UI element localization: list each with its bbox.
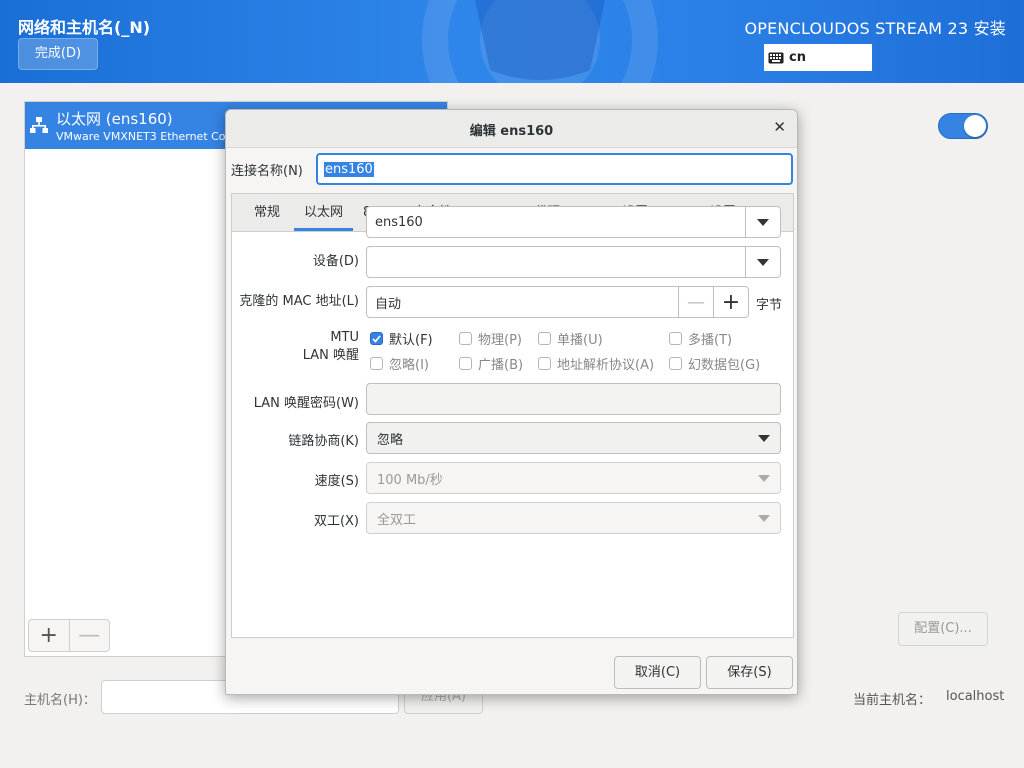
checkmark-icon	[370, 332, 383, 345]
current-hostname-value: localhost	[946, 689, 1005, 704]
checkbox-box	[538, 332, 551, 345]
tab-general[interactable]: 常规	[232, 194, 294, 231]
add-device-button[interactable]: +	[29, 620, 70, 651]
device-list-buttons: + —	[28, 619, 110, 652]
device-value: ens160	[375, 214, 423, 230]
spoke-title: 网络和主机名(_N)	[18, 18, 151, 37]
save-button[interactable]: 保存(S)	[706, 656, 793, 689]
checkbox-box	[669, 332, 682, 345]
remove-device-button[interactable]: —	[70, 620, 110, 651]
device-enable-toggle[interactable]	[938, 113, 988, 139]
tab-ethernet[interactable]: 以太网	[294, 194, 354, 231]
link-negotiation-dropdown[interactable]: 忽略	[366, 422, 781, 454]
wired-network-icon	[30, 117, 48, 133]
device-name: 以太网 (ens160)	[56, 110, 173, 128]
wol-broadcast-checkbox[interactable]: 广播(B)	[459, 354, 523, 373]
device-label: 设备(D)	[312, 254, 359, 269]
wol-ignore-label: 忽略(I)	[389, 358, 429, 373]
wol-arp-label: 地址解析协议(A)	[557, 358, 655, 373]
cancel-button[interactable]: 取消(C)	[614, 656, 701, 689]
link-negotiation-value: 忽略	[377, 432, 404, 448]
top-header: 网络和主机名(_N) 完成(D) OPENCLOUDOS STREAM 23 安…	[0, 0, 1024, 83]
hostname-label: 主机名(H)：	[24, 693, 96, 708]
dialog-titlebar: 编辑 ens160 ✕	[226, 110, 797, 148]
chevron-down-icon	[758, 514, 770, 522]
wol-broadcast-label: 广播(B)	[478, 358, 524, 373]
device-combo[interactable]: ens160	[366, 206, 781, 238]
checkbox-box	[669, 357, 682, 370]
edit-connection-dialog: 编辑 ens160 ✕ 连接名称(N) ens160 常规 以太网 802.1X…	[225, 109, 798, 695]
keyboard-layout-label: cn	[789, 50, 806, 65]
speed-dropdown[interactable]: 100 Mb/秒	[366, 462, 781, 494]
chevron-down-icon[interactable]	[745, 247, 780, 277]
speed-value: 100 Mb/秒	[377, 472, 443, 488]
wol-password-label: LAN 唤醒密码(W)	[253, 396, 359, 411]
wol-phy-label: 物理(P)	[478, 333, 522, 348]
link-negotiation-label: 链路协商(K)	[288, 434, 359, 449]
checkbox-box	[538, 357, 551, 370]
wol-phy-checkbox[interactable]: 物理(P)	[459, 329, 522, 348]
chevron-down-icon[interactable]	[745, 207, 780, 237]
wol-unicast-checkbox[interactable]: 单播(U)	[538, 329, 603, 348]
current-hostname-label: 当前主机名：	[853, 693, 932, 708]
chevron-down-icon	[758, 434, 770, 442]
close-icon[interactable]: ✕	[773, 118, 786, 136]
brand-logo-watermark	[422, 0, 658, 83]
keyboard-layout-indicator[interactable]: cn	[764, 44, 872, 71]
checkbox-box	[459, 332, 472, 345]
wol-magic-label: 幻数据包(G)	[688, 358, 761, 373]
cloned-mac-label: 克隆的 MAC 地址(L)	[239, 294, 359, 309]
wol-multicast-checkbox[interactable]: 多播(T)	[669, 329, 732, 348]
chevron-down-icon	[758, 474, 770, 482]
checkbox-box	[459, 357, 472, 370]
settings-notebook: 常规 以太网 802.1X 安全性 DCB 代理 IPv4 设置 IPv6 设置…	[231, 193, 794, 638]
mtu-value: 自动	[375, 296, 402, 312]
connection-name-label: 连接名称(N)	[231, 164, 303, 179]
wol-magic-checkbox[interactable]: 幻数据包(G)	[669, 354, 760, 373]
mtu-spinbutton[interactable]: 自动 — +	[366, 286, 749, 318]
wol-password-input[interactable]	[366, 383, 781, 415]
duplex-label: 双工(X)	[313, 514, 359, 529]
duplex-value: 全双工	[377, 512, 417, 528]
mtu-label: MTU	[330, 330, 359, 345]
wol-unicast-label: 单播(U)	[557, 333, 603, 348]
speed-label: 速度(S)	[314, 474, 359, 489]
wol-ignore-checkbox[interactable]: 忽略(I)	[370, 354, 429, 373]
toggle-knob	[964, 115, 986, 137]
cloned-mac-combo[interactable]	[366, 246, 781, 278]
wol-arp-checkbox[interactable]: 地址解析协议(A)	[538, 354, 654, 373]
wake-on-lan-label: LAN 唤醒	[302, 348, 359, 363]
mtu-unit: 字节	[756, 298, 783, 313]
connection-name-value: ens160	[324, 161, 374, 177]
keyboard-icon	[768, 52, 784, 63]
wol-multicast-label: 多播(T)	[688, 333, 733, 348]
checkbox-box	[370, 357, 383, 370]
product-title: OPENCLOUDOS STREAM 23 安装	[744, 19, 1006, 38]
done-button[interactable]: 完成(D)	[18, 38, 98, 70]
wol-default-label: 默认(F)	[389, 333, 433, 348]
connection-name-input[interactable]: ens160	[316, 153, 793, 185]
minus-icon[interactable]: —	[678, 287, 713, 317]
configure-button[interactable]: 配置(C)...	[898, 612, 988, 646]
wol-default-checkbox[interactable]: 默认(F)	[370, 329, 433, 348]
plus-icon[interactable]: +	[713, 287, 748, 317]
dialog-title: 编辑 ens160	[469, 124, 554, 139]
duplex-dropdown[interactable]: 全双工	[366, 502, 781, 534]
